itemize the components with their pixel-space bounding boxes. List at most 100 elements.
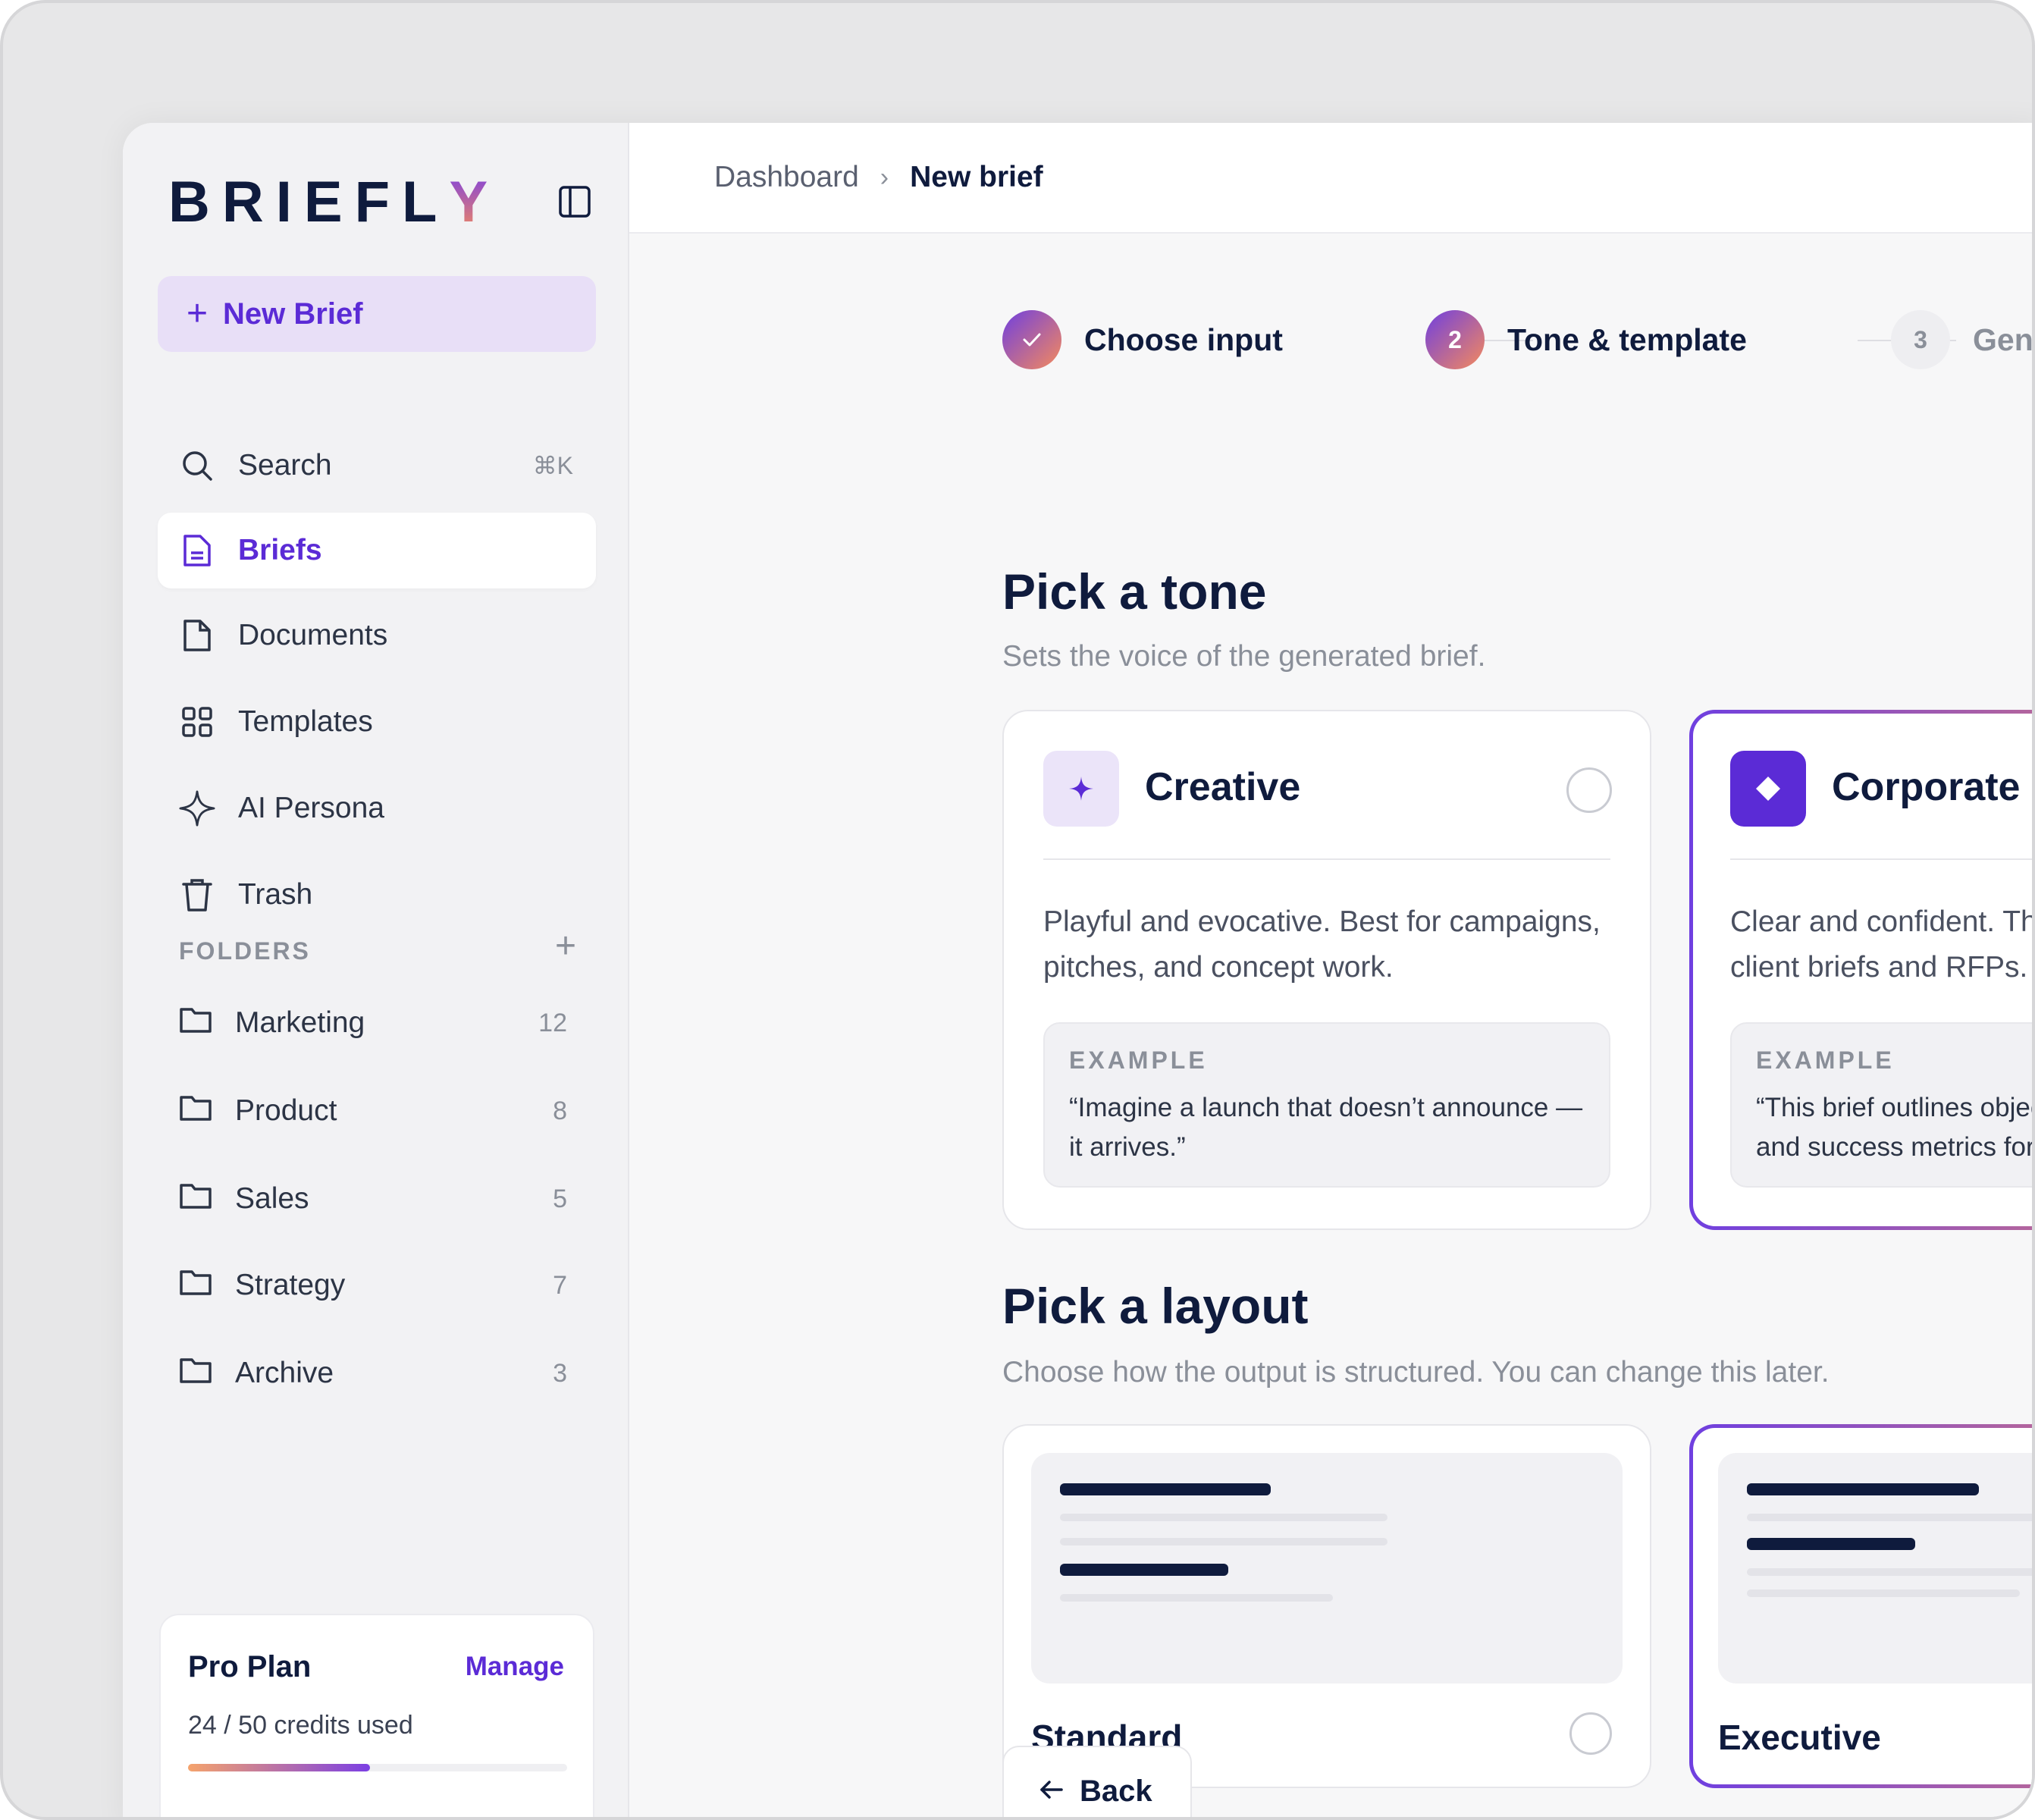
- preview-line: [1747, 1589, 2020, 1597]
- folder-icon: [179, 1355, 212, 1392]
- layout-radio[interactable]: [1569, 1712, 1612, 1755]
- folder-name: Sales: [235, 1182, 309, 1215]
- tone-radio[interactable]: [1566, 767, 1612, 813]
- preview-line: [1747, 1514, 2032, 1521]
- preview-line: [1060, 1483, 1271, 1495]
- plan-card: Pro Plan Manage 24 / 50 credits used: [159, 1614, 594, 1817]
- preview-line: [1060, 1514, 1388, 1521]
- tone-subtitle: Sets the voice of the generated brief.: [1002, 640, 1486, 673]
- diamond-icon: [1730, 751, 1806, 827]
- folder-icon: [179, 1093, 212, 1129]
- tone-description: Playful and evocative. Best for campaign…: [1043, 905, 1601, 984]
- step-label: Tone & template: [1507, 322, 1747, 357]
- folder-product[interactable]: Product 8: [158, 1077, 596, 1145]
- example-quote: “Imagine a launch that doesn’t announce …: [1069, 1093, 1583, 1162]
- main-content: Dashboard › New brief Choose input 2 Ton…: [629, 123, 2035, 1817]
- search-shortcut: ⌘K: [532, 452, 573, 479]
- folder-icon: [179, 1267, 212, 1304]
- preview-line: [1747, 1483, 1979, 1495]
- layout-name: Executive: [1718, 1718, 1881, 1757]
- folder-name: Strategy: [235, 1269, 346, 1301]
- nav-ai-persona[interactable]: AI Persona: [158, 770, 596, 846]
- layout-subtitle: Choose how the output is structured. You…: [1002, 1356, 1830, 1389]
- tone-example: EXAMPLE “Imagine a launch that doesn’t a…: [1043, 1022, 1610, 1188]
- logo-accent: Y: [449, 169, 500, 234]
- manage-plan-link[interactable]: Manage: [466, 1652, 564, 1682]
- credits-progress-fill: [188, 1764, 370, 1771]
- example-label: EXAMPLE: [1069, 1046, 1208, 1074]
- breadcrumb-current: New brief: [910, 161, 1043, 193]
- folder-sales[interactable]: Sales 5: [158, 1165, 596, 1233]
- sidebar: BRIEFL Y + New Brief Search ⌘K Briefs Doc…: [123, 123, 629, 1817]
- divider: [1043, 858, 1610, 860]
- folder-count: 7: [553, 1270, 567, 1300]
- step-number: 2: [1425, 310, 1485, 369]
- tone-description: Clear and confident. The defau client br…: [1730, 905, 2032, 984]
- breadcrumb-dashboard[interactable]: Dashboard: [714, 161, 859, 194]
- back-label: Back: [1080, 1774, 1152, 1808]
- new-brief-button[interactable]: + New Brief: [158, 276, 596, 352]
- example-label: EXAMPLE: [1756, 1046, 1895, 1074]
- check-icon: [1002, 310, 1061, 369]
- sidebar-toggle-icon[interactable]: [558, 185, 591, 218]
- folder-count: 12: [538, 1008, 567, 1037]
- folder-count: 8: [553, 1096, 567, 1125]
- step-label: Choose input: [1084, 322, 1283, 357]
- folder-marketing[interactable]: Marketing 12: [158, 989, 596, 1057]
- nav-trash[interactable]: Trash: [158, 857, 596, 933]
- layout-preview: [1031, 1453, 1623, 1684]
- step-tone-template[interactable]: 2 Tone & template: [1425, 309, 1747, 370]
- plus-icon: +: [187, 293, 209, 334]
- add-folder-icon[interactable]: +: [555, 928, 576, 965]
- nav-trash-label: Trash: [238, 878, 313, 911]
- plan-title: Pro Plan: [188, 1650, 312, 1684]
- breadcrumb-separator: ›: [880, 162, 889, 192]
- logo: BRIEFL Y: [168, 169, 500, 234]
- credits-progress-bar: [188, 1764, 567, 1771]
- tone-card-corporate[interactable]: Corporate Clear and confident. The defau…: [1689, 710, 2035, 1230]
- logo-text: BRIEFL: [168, 169, 450, 234]
- folder-name: Archive: [235, 1357, 334, 1389]
- folder-strategy[interactable]: Strategy 7: [158, 1251, 596, 1320]
- sparkle-icon: [1043, 751, 1119, 827]
- back-button[interactable]: Back: [1002, 1746, 1192, 1817]
- credits-text: 24 / 50 credits used: [188, 1711, 413, 1740]
- folder-count: 5: [553, 1184, 567, 1213]
- layout-card-standard[interactable]: Standard: [1002, 1424, 1651, 1788]
- nav-search[interactable]: Search ⌘K: [158, 428, 596, 504]
- layout-preview: [1718, 1453, 2032, 1684]
- folder-icon: [179, 1181, 212, 1217]
- nav-templates[interactable]: Templates: [158, 684, 596, 760]
- layout-card-executive[interactable]: Executive: [1689, 1424, 2032, 1788]
- folder-archive[interactable]: Archive 3: [158, 1339, 596, 1407]
- nav-documents-label: Documents: [238, 619, 388, 651]
- folders-heading: FOLDERS: [179, 937, 311, 965]
- nav-documents[interactable]: Documents: [158, 598, 596, 673]
- folder-name: Marketing: [235, 1006, 365, 1039]
- file-text-icon: [179, 532, 215, 569]
- layout-heading: Pick a layout: [1002, 1278, 1309, 1334]
- tone-name: Creative: [1145, 765, 1301, 809]
- nav-briefs[interactable]: Briefs: [158, 513, 596, 588]
- trash-icon: [179, 877, 215, 913]
- tone-name: Corporate: [1832, 765, 2021, 809]
- arrow-left-icon: [1039, 1774, 1065, 1809]
- window-frame: BRIEFL Y + New Brief Search ⌘K Briefs Doc…: [0, 0, 2035, 1820]
- preview-line: [1747, 1568, 2032, 1576]
- preview-line: [1060, 1564, 1228, 1576]
- tone-heading: Pick a tone: [1002, 563, 1267, 620]
- grid-icon: [179, 704, 215, 740]
- folder-icon: [179, 1005, 212, 1041]
- breadcrumb: Dashboard › New brief: [629, 123, 2032, 234]
- folder-count: 3: [553, 1358, 567, 1388]
- nav-ai-persona-label: AI Persona: [238, 792, 384, 824]
- step-number: 3: [1891, 310, 1950, 369]
- divider: [1730, 858, 2032, 860]
- step-generate[interactable]: 3 Generate: [1891, 309, 2032, 370]
- sparkle-icon: [179, 790, 215, 827]
- example-quote: “This brief outlines objectives, auc and…: [1756, 1093, 2035, 1162]
- nav-briefs-label: Briefs: [238, 534, 322, 566]
- step-choose-input[interactable]: Choose input: [1002, 309, 1283, 370]
- tone-card-creative[interactable]: Creative Playful and evocative. Best for…: [1002, 710, 1651, 1230]
- preview-line: [1747, 1538, 1915, 1550]
